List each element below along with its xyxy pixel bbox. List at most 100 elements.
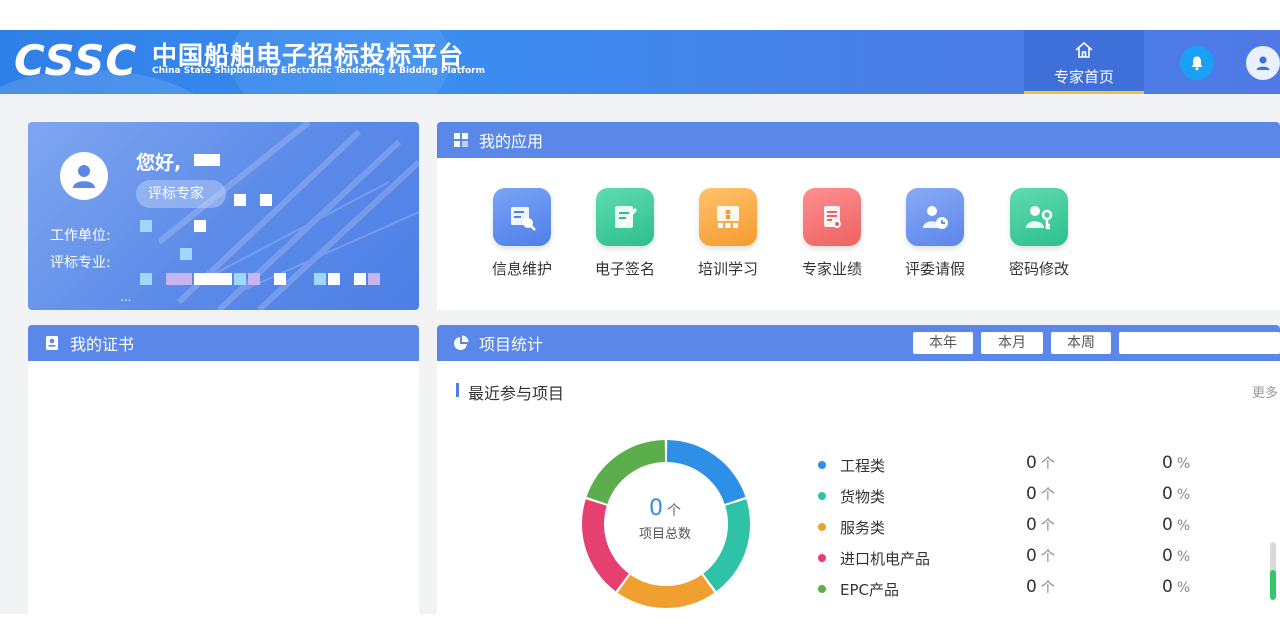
app-password[interactable]: 密码修改 [999,188,1079,279]
logo-cssc[interactable]: CSSC [14,36,137,86]
section-title-recent-projects: 最近参与项目 [456,380,564,404]
bell-icon [1191,56,1203,71]
scrollbar[interactable] [1270,542,1276,600]
legend-count: 0个 [1026,515,1055,535]
tab-this-year[interactable]: 本年 [913,332,973,354]
total-projects-label: 项目总数 [638,527,691,542]
redacted-block [194,220,206,232]
info-maintain-icon [493,188,551,246]
more-link[interactable]: 更多 [1252,382,1278,401]
legend-count: 0个 [1026,484,1055,504]
legend-dot [818,554,826,562]
profile-ellipsis: ... [120,290,132,304]
user-menu-button[interactable] [1246,46,1280,80]
user-icon [73,165,95,188]
certificate-icon [46,336,58,350]
legend-label: EPC产品 [840,581,899,599]
legend-count: 0个 [1026,546,1055,566]
legend-percent-unit: % [1176,487,1191,503]
redacted-block [260,194,272,206]
redacted-block [368,273,380,285]
redacted-block [354,273,366,285]
major-label: 评标专业: [50,255,111,271]
app-label: 电子签名 [594,260,655,278]
page-bottom [0,614,1280,640]
legend-percent: 0% [1162,453,1191,473]
app-label: 信息维护 [491,260,552,278]
app-info-maintain[interactable]: 信息维护 [482,188,562,279]
redacted-block [194,273,232,285]
redacted-block [314,273,326,285]
legend-count: 0个 [1026,453,1055,473]
app-label: 密码修改 [1008,260,1069,278]
app-training[interactable]: 培训学习 [688,188,768,279]
nav-expert-home[interactable]: 专家首页 [1024,30,1144,94]
cert-panel-body [28,361,419,614]
password-key-icon [1010,188,1068,246]
profile-card: 您好, 评标专家 工作单位: 评标专业: ... [28,122,419,310]
legend-percent-unit: % [1176,580,1191,596]
leave-icon [906,188,964,246]
user-icon [1256,56,1270,70]
nav-expert-home-label: 专家首页 [1053,68,1114,86]
redacted-block [248,273,260,285]
redacted-block [140,220,152,232]
top-header: CSSC 中国船舶电子招标投标平台 China State Shipbuildi… [0,30,1280,94]
greeting: 您好, [136,152,182,174]
grid-icon [454,133,468,147]
redacted-block [274,273,286,285]
legend-dot [818,523,826,531]
work-unit-label: 工作单位: [50,228,111,244]
training-icon [699,188,757,246]
donut-slice-1[interactable] [703,499,750,592]
redacted-name [194,154,220,166]
donut-slice-0[interactable] [666,440,746,504]
scrollbar-thumb[interactable] [1270,570,1276,600]
app-leave[interactable]: 评委请假 [895,188,975,279]
cert-panel-title: 我的证书 [70,335,135,354]
legend-count-unit: 个 [1040,456,1055,472]
pie-chart-icon [454,335,469,350]
legend-count-unit: 个 [1040,487,1055,503]
legend-label: 货物类 [840,488,886,506]
app-label: 专家业绩 [801,260,862,278]
app-performance[interactable]: 专家业绩 [792,188,872,279]
legend-count-unit: 个 [1040,549,1055,565]
legend-dot [818,585,826,593]
donut-center: 0个 项目总数 [630,496,700,542]
redacted-block [180,248,192,260]
legend-percent: 0% [1162,484,1191,504]
legend-label: 服务类 [840,519,886,537]
legend-percent-unit: % [1176,456,1191,472]
stats-panel-title: 项目统计 [479,335,544,354]
legend-count: 0个 [1026,577,1055,597]
home-icon [1075,41,1093,58]
app-label: 评委请假 [904,260,965,278]
total-projects-value: 0 [649,496,663,521]
redacted-block [166,273,192,285]
legend-label: 进口机电产品 [840,550,931,568]
redacted-block [234,273,246,285]
app-e-signature[interactable]: 电子签名 [585,188,665,279]
tab-this-week[interactable]: 本周 [1051,332,1111,354]
date-range-input[interactable] [1119,332,1280,354]
legend-percent: 0% [1162,515,1191,535]
donut-slice-2[interactable] [617,574,715,608]
notification-button[interactable] [1180,46,1214,80]
legend-percent-unit: % [1176,518,1191,534]
legend-dot [818,492,826,500]
apps-panel-title: 我的应用 [479,132,544,151]
legend-dot [818,461,826,469]
donut-slice-4[interactable] [586,440,666,504]
legend-percent: 0% [1162,577,1191,597]
legend-count-unit: 个 [1040,518,1055,534]
platform-title-en: China State Shipbuilding Electronic Tend… [152,66,485,76]
redacted-block [234,194,246,206]
apps-panel-header: 我的应用 [437,122,1280,158]
total-projects-unit: 个 [667,503,681,519]
legend-percent: 0% [1162,546,1191,566]
tab-this-month[interactable]: 本月 [981,332,1043,354]
donut-slice-3[interactable] [582,499,629,592]
legend-percent-unit: % [1176,549,1191,565]
legend-label: 工程类 [840,457,886,475]
